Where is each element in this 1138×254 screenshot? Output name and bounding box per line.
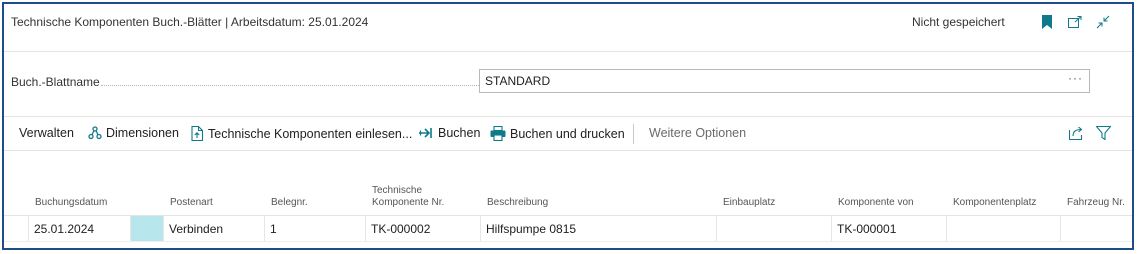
table-row[interactable]: 25.01.2024 Verbinden 1 TK-000002 Hilfspu… [4,216,1132,241]
cell-description[interactable]: Hilfspumpe 0815 [481,216,717,241]
cell-install-location[interactable] [717,216,832,241]
cell-component-of[interactable]: TK-000001 [832,216,947,241]
field-leader-dots [101,85,479,86]
manage-menu-button[interactable]: Verwalten [19,126,74,140]
share-icon [1069,126,1083,140]
post-label: Buchen [438,126,481,140]
batch-name-input[interactable]: STANDARD ··· [479,69,1090,93]
column-header-component-of[interactable]: Komponente von [838,197,914,209]
column-header-component-no-line2: Komponente Nr. [372,197,445,208]
column-header-install-location[interactable]: Einbauplatz [723,197,775,209]
more-options-button[interactable]: Weitere Optionen [649,126,746,140]
cell-posting-date[interactable]: 25.01.2024 [29,216,131,241]
column-header-doc-no[interactable]: Belegnr. [271,197,308,209]
column-header-posting-date[interactable]: Buchungsdatum [35,197,107,209]
save-status: Nicht gespeichert [912,15,1005,29]
cell-component-no[interactable]: TK-000002 [366,216,481,241]
dimensions-icon [88,126,102,140]
column-header-component-location[interactable]: Komponentenplatz [953,197,1036,209]
row-indicator [131,216,164,241]
page-title: Technische Komponenten Buch.-Blätter | A… [11,15,369,29]
print-icon [490,126,506,141]
cell-vehicle-no[interactable] [1061,216,1132,241]
import-components-button[interactable]: Technische Komponenten einlesen... [191,126,412,141]
page-header: Technische Komponenten Buch.-Blätter | A… [4,4,1132,44]
cell-doc-no[interactable]: 1 [265,216,366,241]
filter-icon [1096,126,1111,140]
batch-name-value: STANDARD [485,74,551,88]
filter-button[interactable] [1096,126,1111,140]
import-components-label: Technische Komponenten einlesen... [208,126,413,141]
open-new-window-icon[interactable] [1066,13,1084,31]
cell-entry-type[interactable]: Verbinden [164,216,265,241]
column-header-component-no-line1: Technische [372,185,423,196]
journal-page: Technische Komponenten Buch.-Blätter | A… [2,2,1134,250]
post-button[interactable]: Buchen [418,126,480,140]
manage-label: Verwalten [19,126,74,140]
lookup-button[interactable]: ··· [1068,71,1083,85]
post-icon [419,128,432,138]
action-bar: Verwalten Dimensionen Technische Kompone… [4,122,1132,148]
collapse-icon[interactable] [1094,13,1112,31]
cell-component-location[interactable] [947,216,1061,241]
column-header-entry-type[interactable]: Postenart [170,197,213,209]
action-separator [633,124,634,144]
post-and-print-label: Buchen und drucken [510,126,625,141]
batch-name-label: Buch.-Blattname [11,75,100,89]
column-header-description[interactable]: Beschreibung [487,197,548,209]
row-selector[interactable] [4,216,29,241]
divider [4,116,1132,117]
import-file-icon [191,126,204,141]
divider [4,150,1132,151]
dimensions-label: Dimensionen [106,126,179,140]
column-header-component-no[interactable]: Technische Komponente Nr. [372,185,444,209]
dimensions-button[interactable]: Dimensionen [88,126,179,140]
row-divider [4,241,1132,242]
divider [4,51,1132,52]
more-options-label: Weitere Optionen [649,126,747,140]
column-header-vehicle-no[interactable]: Fahrzeug Nr. [1067,197,1125,209]
bookmark-icon[interactable] [1038,13,1056,31]
share-button[interactable] [1069,126,1084,140]
post-and-print-button[interactable]: Buchen und drucken [490,126,625,141]
